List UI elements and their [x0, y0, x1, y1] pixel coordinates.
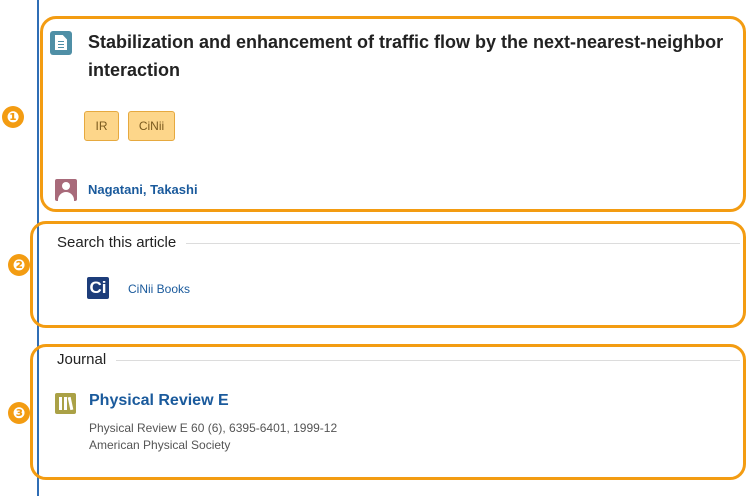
- author-link[interactable]: Nagatani, Takashi: [88, 182, 198, 197]
- annotation-box-journal: [30, 344, 746, 480]
- tag-cinii[interactable]: CiNii: [128, 111, 175, 141]
- document-icon: [50, 31, 72, 55]
- journal-heading-divider: [57, 360, 740, 361]
- annotation-number-2: ❷: [8, 254, 30, 276]
- journal-publisher: American Physical Society: [89, 438, 231, 452]
- person-icon: [55, 179, 77, 201]
- search-section-heading: Search this article: [57, 234, 187, 251]
- article-title[interactable]: Stabilization and enhancement of traffic…: [88, 28, 738, 84]
- cinii-books-icon[interactable]: Ci: [87, 277, 109, 299]
- tag-ir[interactable]: IR: [84, 111, 119, 141]
- annotation-number-3: ❸: [8, 402, 30, 424]
- journal-section-heading: Journal: [57, 351, 117, 368]
- journal-citation: Physical Review E 60 (6), 6395-6401, 199…: [89, 421, 338, 435]
- annotation-number-1: ❶: [2, 106, 24, 128]
- cinii-books-link[interactable]: CiNii Books: [128, 282, 190, 296]
- books-icon: [55, 393, 76, 414]
- journal-title-link[interactable]: Physical Review E: [89, 392, 229, 410]
